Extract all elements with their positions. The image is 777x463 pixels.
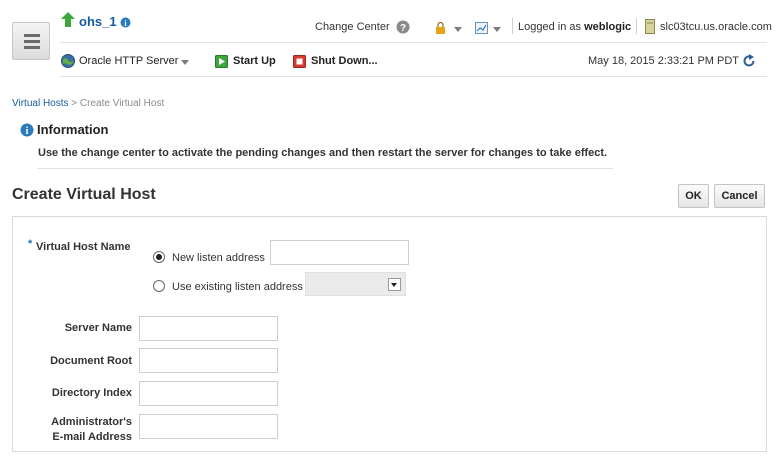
start-up-button[interactable]: Start Up	[233, 55, 276, 67]
document-root-input[interactable]	[139, 348, 278, 373]
divider	[512, 18, 513, 34]
svg-text:i: i	[26, 126, 29, 137]
info-icon[interactable]: i	[120, 17, 131, 28]
svg-text:?: ?	[400, 23, 406, 34]
breadcrumb: Virtual Hosts > Create Virtual Host	[12, 98, 164, 109]
info-message: Use the change center to activate the pe…	[38, 147, 608, 159]
admin-email-label-line2: E-mail Address	[52, 431, 132, 443]
logged-in-text: Logged in as weblogic	[518, 21, 631, 33]
directory-index-input[interactable]	[139, 381, 278, 406]
required-marker: *	[28, 238, 33, 250]
refresh-icon[interactable]	[742, 54, 756, 68]
header-bar: ohs_1 i Change Center ? Logged in as web…	[0, 0, 777, 84]
chevron-down-icon[interactable]	[181, 60, 189, 65]
username[interactable]: weblogic	[584, 21, 631, 33]
server-name-input[interactable]	[139, 316, 278, 341]
header-divider	[60, 76, 767, 77]
hamburger-icon	[24, 34, 40, 37]
admin-email-input[interactable]	[139, 414, 278, 439]
hostname: slc03tcu.us.oracle.com	[660, 21, 772, 33]
info-divider	[37, 168, 613, 169]
new-listen-address-input[interactable]	[270, 240, 409, 265]
header-divider	[60, 42, 767, 43]
hamburger-icon-bar	[24, 46, 40, 49]
globe-icon	[61, 54, 75, 68]
cancel-button[interactable]: Cancel	[714, 184, 765, 208]
logged-in-prefix: Logged in as	[518, 21, 581, 33]
chevron-down-icon	[391, 283, 397, 287]
target-name[interactable]: ohs_1	[79, 14, 117, 29]
green-up-arrow-icon	[61, 12, 75, 27]
info-icon: i	[20, 123, 34, 137]
admin-email-label: Administrator's E-mail Address	[20, 415, 132, 445]
shut-down-button[interactable]: Shut Down...	[311, 55, 378, 67]
server-icon	[645, 19, 655, 34]
breadcrumb-separator: >	[71, 98, 78, 109]
existing-listen-label[interactable]: Use existing listen address	[172, 281, 303, 293]
navigator-menu-button[interactable]	[12, 22, 50, 60]
chart-icon[interactable]	[475, 22, 488, 34]
chevron-down-icon[interactable]	[454, 27, 462, 32]
server-menu[interactable]: Oracle HTTP Server	[79, 55, 178, 67]
server-name-label: Server Name	[64, 322, 132, 334]
info-title: Information	[37, 122, 109, 137]
select-dropdown-button[interactable]	[388, 278, 401, 291]
page-title: Create Virtual Host	[12, 186, 156, 203]
ok-button[interactable]: OK	[678, 184, 709, 208]
chevron-down-icon[interactable]	[493, 27, 501, 32]
breadcrumb-current: Create Virtual Host	[79, 98, 165, 109]
new-listen-radio[interactable]	[153, 251, 165, 263]
lock-icon[interactable]	[435, 22, 446, 34]
virtual-host-name-label: Virtual Host Name	[36, 241, 131, 253]
stop-icon[interactable]	[293, 55, 306, 68]
timestamp: May 18, 2015 2:33:21 PM PDT	[588, 55, 740, 67]
new-listen-label[interactable]: New listen address	[172, 252, 265, 264]
play-icon[interactable]	[215, 55, 228, 68]
breadcrumb-link-virtual-hosts[interactable]: Virtual Hosts	[12, 98, 69, 109]
document-root-label: Document Root	[50, 355, 132, 367]
directory-index-label: Directory Index	[51, 387, 132, 399]
existing-listen-address-select[interactable]	[305, 272, 406, 296]
hamburger-icon-bar	[24, 40, 40, 43]
existing-listen-radio[interactable]	[153, 280, 165, 292]
help-icon[interactable]: ?	[396, 20, 410, 34]
divider	[636, 18, 637, 34]
change-center-label[interactable]: Change Center	[315, 21, 390, 33]
admin-email-label-line1: Administrator's	[51, 416, 132, 428]
